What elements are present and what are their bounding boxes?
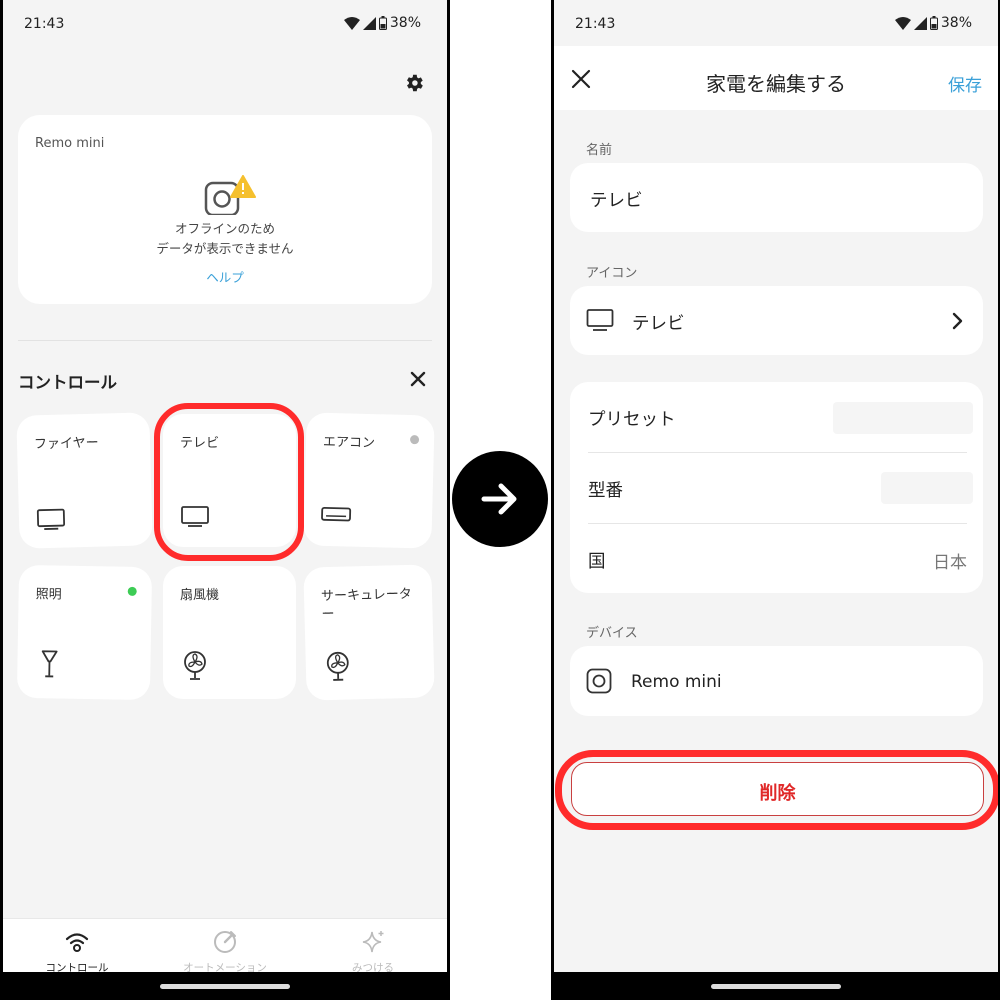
- offline-message-line2: データが表示できません: [156, 241, 294, 256]
- wifi-signal-icon: [894, 16, 911, 30]
- edit-appliance-screen: 21:43 38% 家電を編集する 保存 名前 テレビ アイコン テレビ プリセ…: [554, 0, 998, 972]
- battery-level: 38%: [389, 15, 421, 31]
- automation-icon: [214, 931, 236, 953]
- hub-name: Remo mini: [35, 136, 105, 151]
- name-value: テレビ: [590, 191, 643, 211]
- device-field-label: デバイス: [586, 626, 638, 641]
- home-indicator: [711, 984, 841, 989]
- chevron-right-icon: [952, 312, 963, 330]
- tile-label: テレビ: [180, 436, 220, 451]
- offline-message-line1: オフラインのため: [174, 221, 275, 236]
- preset-row[interactable]: プリセット: [570, 382, 983, 452]
- model-value-redacted: [881, 472, 973, 504]
- battery-icon: [929, 16, 938, 30]
- name-field[interactable]: テレビ: [570, 163, 983, 232]
- status-bar: 21:43 38%: [554, 0, 998, 46]
- appliance-tile-tv[interactable]: テレビ: [163, 414, 296, 547]
- edit-header: 家電を編集する 保存: [554, 46, 998, 110]
- status-time: 21:43: [575, 16, 616, 32]
- status-bar: 21:43 38%: [3, 0, 447, 46]
- tile-label: サーキュレーター: [320, 586, 412, 623]
- battery-level: 38%: [940, 15, 972, 31]
- battery-icon: [378, 16, 387, 30]
- delete-label: 削除: [759, 783, 796, 804]
- name-field-label: 名前: [586, 143, 613, 158]
- country-value: 日本: [933, 553, 967, 573]
- nav-tab-control[interactable]: コントロール: [3, 919, 151, 972]
- icon-value: テレビ: [632, 314, 685, 334]
- wifi-signal-icon: [343, 16, 360, 30]
- device-value: Remo mini: [631, 672, 722, 692]
- country-label: 国: [588, 552, 606, 572]
- appliance-tile-fire[interactable]: ファイヤー: [16, 412, 153, 549]
- appliance-tile-aircon[interactable]: エアコン: [303, 412, 435, 549]
- appliance-tile-light[interactable]: 照明: [16, 564, 153, 701]
- control-screen: 21:43 38% Remo mini オフラインのため データが表示できません…: [3, 0, 447, 972]
- tv-icon: [181, 506, 209, 527]
- cell-signal-icon: [913, 16, 927, 30]
- nav-label: コントロール: [45, 962, 109, 972]
- device-row[interactable]: Remo mini: [570, 646, 983, 716]
- nav-label: オートメーション: [183, 962, 267, 972]
- help-link[interactable]: ヘルプ: [18, 267, 432, 286]
- status-dot: [409, 435, 420, 445]
- appliance-tile-circulator[interactable]: サーキュレーター: [303, 564, 435, 701]
- page-title: 家電を編集する: [706, 72, 846, 96]
- right-phone-frame: 21:43 38% 家電を編集する 保存 名前 テレビ アイコン テレビ プリセ…: [551, 0, 1000, 1000]
- delete-button[interactable]: 削除: [571, 762, 984, 816]
- fan-icon: [326, 651, 349, 681]
- tile-label: 扇風機: [180, 588, 220, 603]
- nav-label: みつける: [352, 962, 394, 972]
- section-divider: [18, 340, 432, 341]
- nav-tab-automation[interactable]: オートメーション: [151, 919, 299, 972]
- lamp-icon: [41, 650, 58, 678]
- sparkle-icon: [362, 931, 384, 953]
- bottom-nav: コントロール オートメーション みつける: [3, 918, 447, 972]
- status-time: 21:43: [24, 16, 65, 32]
- remo-device-icon: [586, 668, 612, 694]
- tile-label: エアコン: [322, 434, 376, 452]
- preset-label: プリセット: [588, 410, 676, 430]
- tile-label: ファイヤー: [33, 435, 99, 453]
- gear-icon[interactable]: [403, 72, 425, 94]
- arrow-right-icon: [481, 483, 517, 515]
- home-indicator: [160, 984, 290, 989]
- control-section-title: コントロール: [18, 373, 117, 392]
- wifi-icon: [65, 933, 89, 952]
- model-label: 型番: [588, 481, 623, 501]
- tile-label: 照明: [35, 587, 62, 603]
- preset-value-redacted: [833, 402, 973, 434]
- fan-icon: [184, 651, 206, 680]
- appliance-tile-fan[interactable]: 扇風機: [163, 566, 296, 699]
- air-conditioner-icon: [321, 506, 352, 522]
- icon-field-label: アイコン: [586, 266, 638, 281]
- model-row[interactable]: 型番: [570, 453, 983, 523]
- icon-selector[interactable]: テレビ: [570, 286, 983, 355]
- appliance-details-card: プリセット 型番 国 日本: [570, 382, 983, 593]
- status-dot: [127, 586, 137, 596]
- save-button[interactable]: 保存: [948, 71, 982, 96]
- transition-arrow: [452, 451, 548, 547]
- close-icon[interactable]: [409, 370, 427, 388]
- remo-offline-icon: [204, 175, 256, 215]
- tv-icon: [36, 508, 66, 530]
- tv-icon: [586, 309, 614, 331]
- cell-signal-icon: [362, 16, 376, 30]
- nav-tab-discover[interactable]: みつける: [299, 919, 447, 972]
- country-row[interactable]: 国 日本: [570, 524, 983, 593]
- left-phone-frame: 21:43 38% Remo mini オフラインのため データが表示できません…: [0, 0, 450, 1000]
- hub-status-card: Remo mini オフラインのため データが表示できません ヘルプ: [18, 115, 432, 304]
